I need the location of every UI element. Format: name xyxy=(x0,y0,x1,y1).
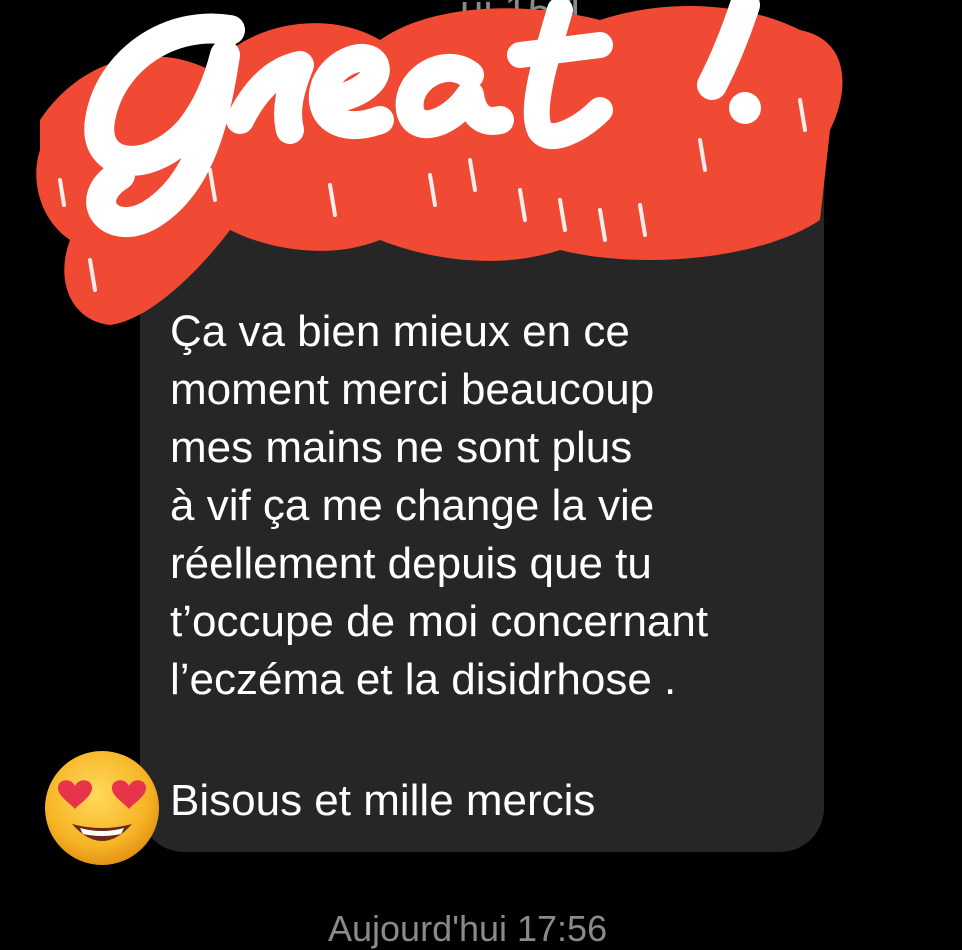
message-text: Ça va bien mieux en ce moment merci beau… xyxy=(170,303,810,709)
timestamp-bottom: Aujourd'hui 17:56 xyxy=(328,908,608,949)
message-line: mes mains ne sont plus xyxy=(170,423,633,472)
great-sticker-icon xyxy=(36,0,843,326)
message-line: moment merci beaucoup xyxy=(170,365,655,414)
message-line: à vif ça me change la vie xyxy=(170,481,655,530)
message-signoff: Bisous et mille mercis xyxy=(170,776,596,825)
message-line: l’eczéma et la disidrhose . xyxy=(170,655,677,704)
heart-eyes-emoji-icon[interactable] xyxy=(42,748,162,868)
message-line: t’occupe de moi concernant xyxy=(170,597,709,646)
message-line: réellement depuis que tu xyxy=(170,539,652,588)
